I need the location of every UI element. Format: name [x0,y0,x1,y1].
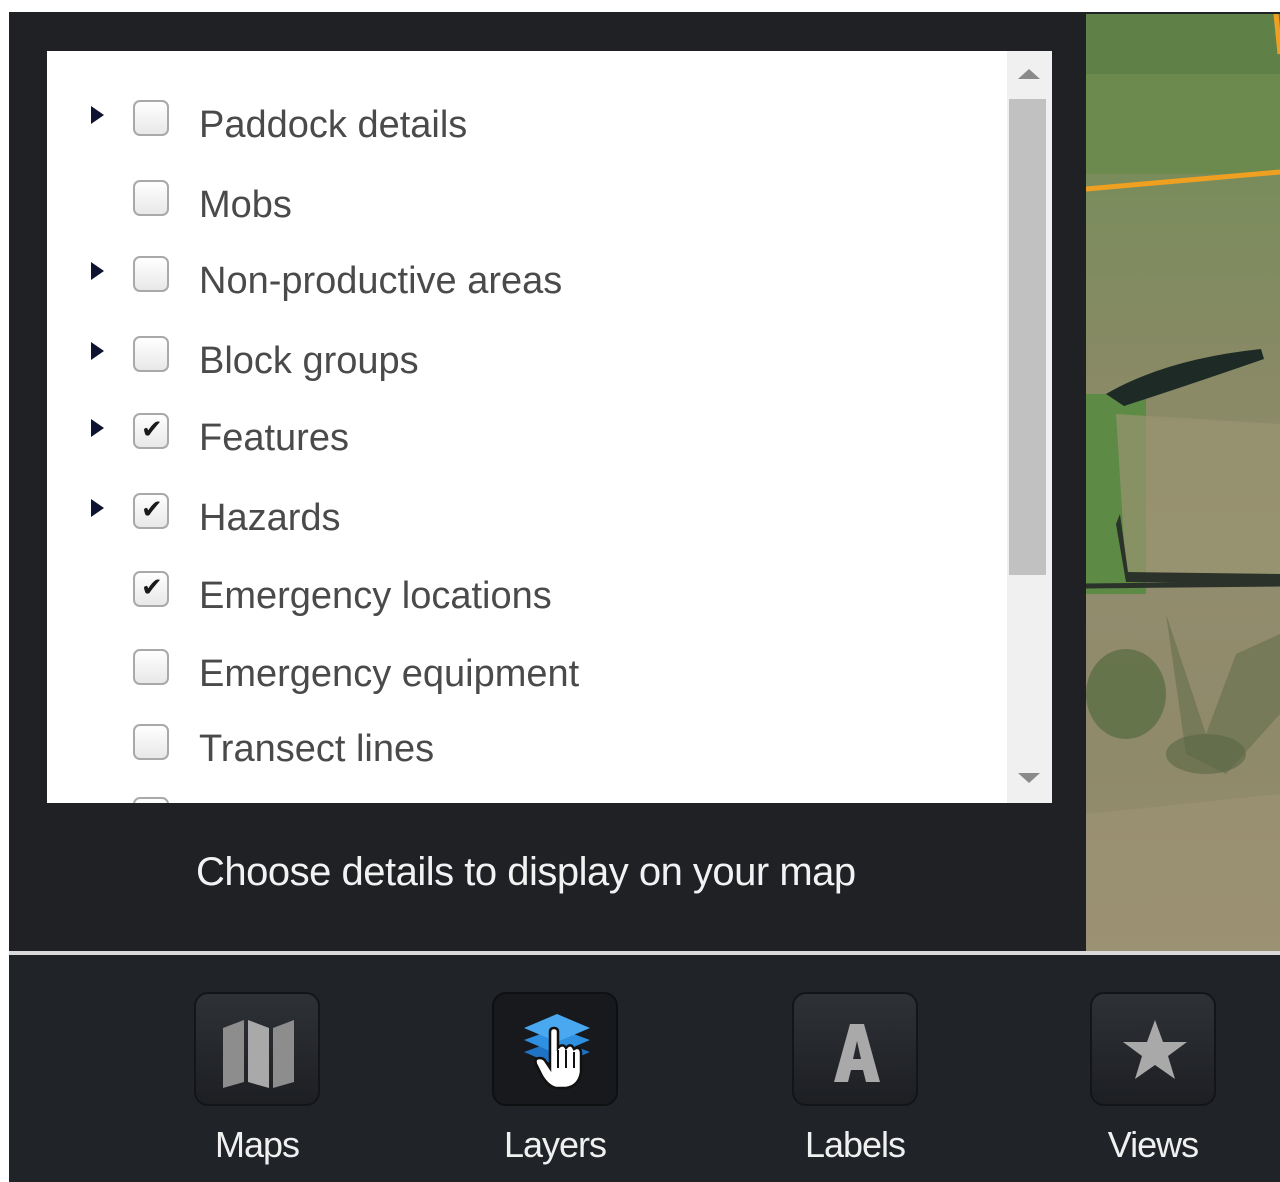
vertical-scrollbar[interactable] [1007,51,1052,803]
maps-label: Maps [214,1124,300,1165]
layer-checkbox[interactable] [133,649,169,685]
layer-row-paddock-details[interactable]: Paddock details [47,88,1007,148]
labels-label: Labels [804,1124,906,1165]
checkmark-icon: ✔ [141,415,163,445]
layer-checkbox[interactable] [133,100,169,136]
expand-arrow-icon[interactable] [91,262,104,280]
views-button-face[interactable] [1090,992,1216,1106]
layers-hint-text: Choose details to display on your map [196,850,856,894]
expand-arrow-icon[interactable] [91,499,104,517]
checkmark-icon: ✔ [141,573,163,603]
layer-checkbox[interactable]: ✔ [133,493,169,529]
layer-label: Features [199,417,349,459]
layer-label: Mobs [199,184,292,226]
layer-row-features[interactable]: ✔ Features [47,401,1007,461]
layers-button[interactable]: Layers [492,992,622,1182]
left-border [0,0,9,1182]
expand-arrow-icon[interactable] [91,342,104,360]
layers-label: Layers [503,1124,607,1165]
labels-button-face[interactable] [792,992,918,1106]
scroll-down-arrow-icon[interactable] [1018,773,1040,783]
layer-row-transect-lines[interactable]: Transect lines [47,712,1007,772]
layers-list[interactable]: Paddock details Mobs Non-productive area… [47,51,1052,803]
layer-checkbox[interactable]: ✔ [133,413,169,449]
layer-checkbox[interactable] [133,797,169,803]
maps-button-face[interactable] [194,992,320,1106]
star-icon [1123,1020,1187,1079]
layer-label: Hazards [199,497,341,539]
layer-label: Block groups [199,340,419,382]
map-imagery [1086,14,1280,951]
checkmark-icon: ✔ [141,495,163,525]
scroll-up-arrow-icon[interactable] [1018,69,1040,79]
views-button[interactable]: Views [1090,992,1220,1182]
layer-checkbox[interactable] [133,724,169,760]
layer-label: Emergency locations [199,575,552,617]
layer-checkbox[interactable] [133,336,169,372]
satellite-map[interactable] [1086,14,1280,951]
layer-row-non-productive-areas[interactable]: Non-productive areas [47,244,1007,304]
layer-label: Emergency equipment [199,653,580,695]
layer-label: Non-productive areas [199,260,563,302]
expand-arrow-icon[interactable] [91,106,104,124]
layer-label: Transect lines [199,728,435,770]
layer-label: Paddock details [199,104,468,146]
expand-arrow-icon[interactable] [91,419,104,437]
layer-checkbox[interactable]: ✔ [133,571,169,607]
labels-button[interactable]: Labels [792,992,922,1182]
layer-checkbox[interactable] [133,180,169,216]
labels-icon [834,1024,880,1082]
layers-icon [524,1014,590,1090]
bottom-toolbar: Maps Layers Labels Views [9,955,1280,1182]
views-label: Views [1107,1124,1199,1165]
scrollbar-thumb[interactable] [1009,99,1046,575]
layer-row-emergency-equipment[interactable]: Emergency equipment [47,637,1007,697]
maps-button[interactable]: Maps [194,992,324,1182]
layer-checkbox[interactable] [133,256,169,292]
layers-button-face[interactable] [492,992,618,1106]
top-border [0,0,1280,12]
map-icon [223,1020,294,1088]
layer-row-block-groups[interactable]: Block groups [47,324,1007,384]
layer-row-emergency-locations[interactable]: ✔ Emergency locations [47,559,1007,619]
layer-row-hazards[interactable]: ✔ Hazards [47,481,1007,541]
layer-row-partial[interactable] [47,785,1007,803]
layer-row-mobs[interactable]: Mobs [47,168,1007,228]
